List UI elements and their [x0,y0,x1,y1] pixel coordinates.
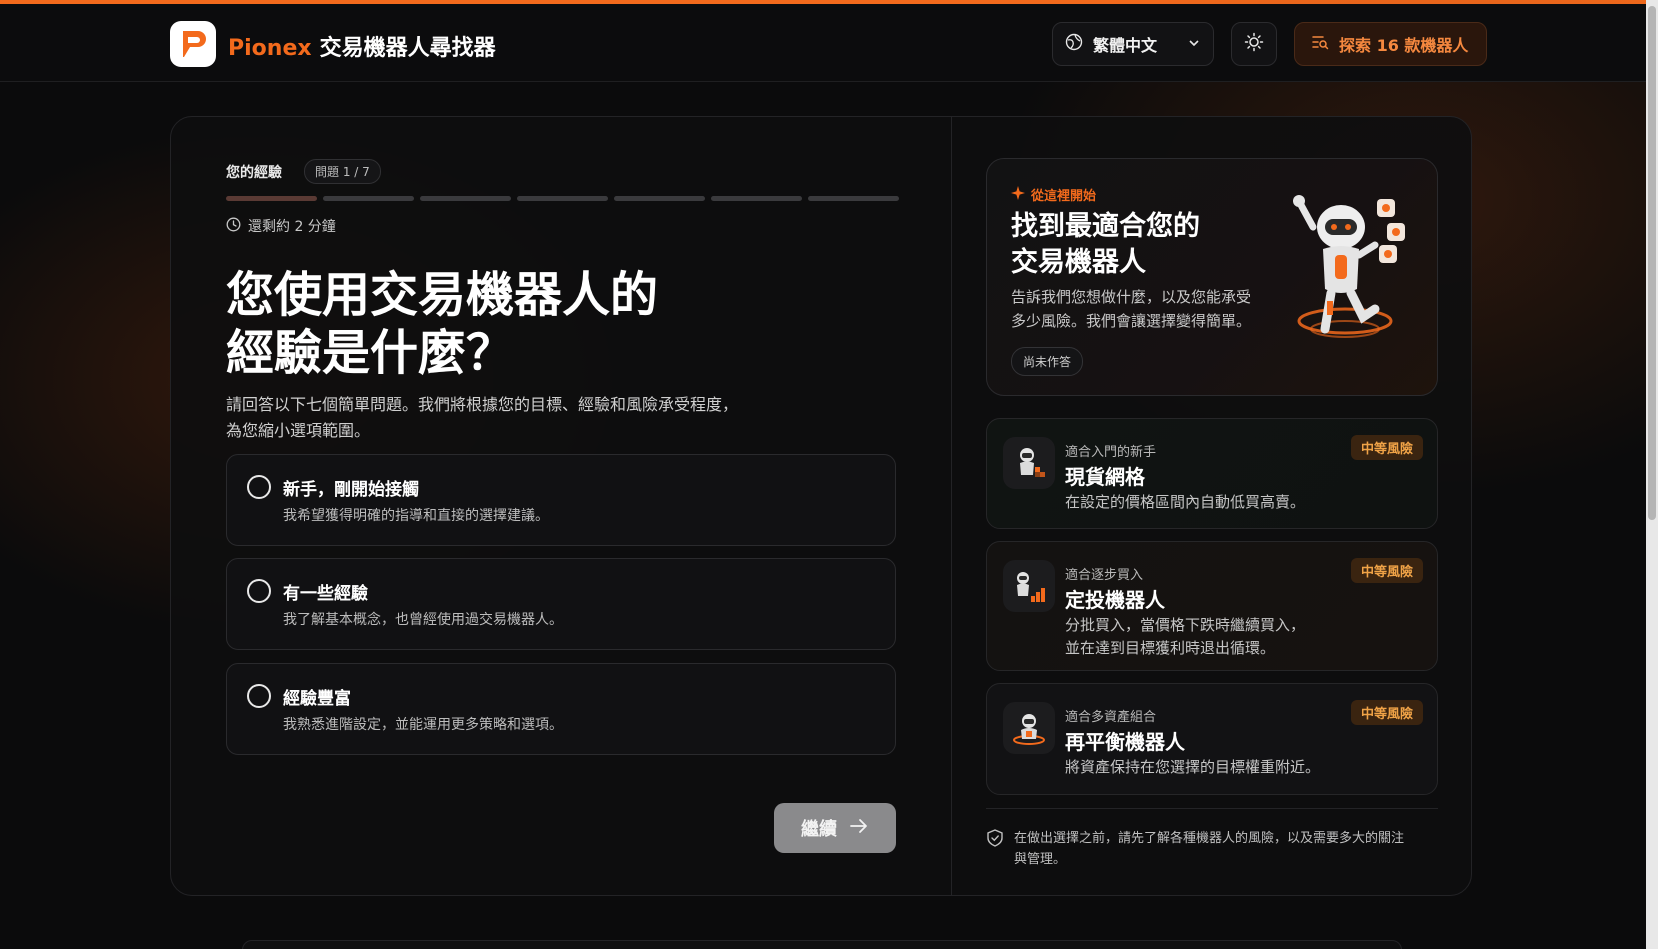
bot-name: 現貨網格 [1065,465,1145,489]
next-section-card [242,940,1402,949]
intro-desc-line: 告訴我們您想做什麼，以及您能承受 [1011,288,1252,306]
risk-badge: 中等風險 [1350,435,1423,460]
risk-badge: 中等風險 [1350,700,1423,725]
bot-card-spot-grid[interactable]: 適合入門的新手 現貨網格 在設定的價格區間內自動低買高賣。 中等風險 [986,418,1438,529]
bot-subtitle: 適合逐步買入 [1065,568,1144,583]
bot-desc-line: 分批買入，當價格下跌時繼續買入， [1065,616,1306,634]
progress-segment [226,196,317,201]
question-description: 請回答以下七個簡單問題。我們將根據您的目標、經驗和風險承受程度， 為您縮小選項範… [226,392,846,444]
progress-segment [808,196,899,201]
risk-disclaimer: 在做出選擇之前，請先了解各種機器人的風險，以及需要多大的關注 與管理。 [986,828,1438,870]
option-title: 新手，剛開始接觸 [283,480,419,500]
continue-label: 繼續 [801,819,837,840]
question-desc-line: 為您縮小選項範圍。 [226,421,371,440]
app-header: Pionex 交易機器人尋找器 繁體中文 探索 16 款機器人 [0,4,1646,82]
bot-name: 再平衡機器人 [1065,730,1185,754]
spot-grid-robot-icon [1003,437,1055,489]
disclaimer-line: 在做出選擇之前，請先了解各種機器人的風險，以及需要多大的關注 [1014,831,1405,846]
option-intermediate[interactable]: 有一些經驗 我了解基本概念，也曾經使用過交易機器人。 [226,558,896,650]
step-label: 您的經驗 [226,164,282,181]
bot-desc-line: 將資產保持在您選擇的目標權重附近。 [1065,758,1321,776]
clock-icon [226,217,241,236]
bot-desc-line: 在設定的價格區間內自動低買高賣。 [1065,493,1306,511]
intro-card: 從這裡開始 找到最適合您的 交易機器人 告訴我們您想做什麼，以及您能承受 多少風… [986,158,1438,396]
progress-segment [711,196,802,201]
language-label: 繁體中文 [1093,36,1158,55]
dca-robot-icon [1003,560,1055,612]
robot-illustration [1283,189,1423,369]
progress-bar [226,196,899,201]
intro-title-line: 交易機器人 [1011,247,1146,278]
disclaimer-divider [986,808,1438,809]
bot-description: 分批買入，當價格下跌時繼續買入， 並在達到目標獲利時退出循環。 [1065,614,1355,660]
radio-button[interactable] [247,475,271,499]
progress-segment [614,196,705,201]
bot-subtitle: 適合入門的新手 [1065,445,1157,460]
question-title-line: 經驗是什麼？ [226,325,515,381]
disclaimer-line: 與管理。 [1014,852,1067,867]
option-description: 我熟悉進階設定，並能運用更多策略和選項。 [283,717,563,733]
radio-button[interactable] [247,684,271,708]
radio-button[interactable] [247,579,271,603]
question-title-line: 您使用交易機器人的 [226,267,659,323]
step-header: 您的經驗 問題 1 / 7 [226,159,381,184]
progress-segment [323,196,414,201]
risk-badge: 中等風險 [1350,558,1423,583]
intro-title-line: 找到最適合您的 [1011,211,1200,242]
intro-tag: 從這裡開始 [1011,185,1096,204]
bot-desc-line: 並在達到目標獲利時退出循環。 [1065,639,1276,657]
progress-segment [517,196,608,201]
option-description: 我了解基本概念，也曾經使用過交易機器人。 [283,612,563,628]
bot-description: 將資產保持在您選擇的目標權重附近。 [1065,756,1355,779]
option-experienced[interactable]: 經驗豐富 我熟悉進階設定，並能運用更多策略和選項。 [226,663,896,755]
option-description: 我希望獲得明確的指導和直接的選擇建議。 [283,508,549,524]
column-divider [951,116,952,896]
intro-title: 找到最適合您的 交易機器人 [1011,209,1271,281]
bot-subtitle: 適合多資產組合 [1065,710,1157,725]
explore-label: 探索 16 款機器人 [1339,36,1469,55]
intro-desc-line: 多少風險。我們會讓選擇變得簡單。 [1011,312,1252,330]
chevron-down-icon [1187,35,1201,54]
disclaimer-text: 在做出選擇之前，請先了解各種機器人的風險，以及需要多大的關注 與管理。 [1014,828,1404,870]
answer-status-badge: 尚未作答 [1011,347,1084,376]
explore-bots-button[interactable]: 探索 16 款機器人 [1294,22,1487,66]
rebalancing-robot-icon [1003,702,1055,754]
bot-card-dca[interactable]: 適合逐步買入 定投機器人 分批買入，當價格下跌時繼續買入， 並在達到目標獲利時退… [986,541,1438,671]
theme-toggle-button[interactable] [1231,22,1277,66]
app-title: 交易機器人尋找器 [319,36,496,61]
time-remaining: 還剩約 2 分鐘 [226,216,336,236]
globe-icon [1065,33,1083,55]
brand-name: Pionex [228,36,312,61]
option-title: 有一些經驗 [283,584,368,604]
sun-icon [1244,32,1264,56]
step-badge: 問題 1 / 7 [304,159,381,184]
list-search-icon [1311,33,1329,55]
bot-card-rebalancing[interactable]: 適合多資產組合 再平衡機器人 將資產保持在您選擇的目標權重附近。 中等風險 [986,683,1438,795]
shield-check-icon [986,828,1004,870]
sparkle-icon [1011,185,1025,204]
bot-name: 定投機器人 [1065,588,1165,612]
option-title: 經驗豐富 [283,689,351,709]
progress-segment [420,196,511,201]
brand-title: Pionex 交易機器人尋找器 [228,30,496,62]
continue-button[interactable]: 繼續 [774,803,896,853]
intro-description: 告訴我們您想做什麼，以及您能承受 多少風險。我們會讓選擇變得簡單。 [1011,285,1281,333]
question-title: 您使用交易機器人的 經驗是什麼？ [226,266,866,382]
time-remaining-text: 還剩約 2 分鐘 [248,219,336,235]
language-select[interactable]: 繁體中文 [1052,22,1214,66]
bot-description: 在設定的價格區間內自動低買高賣。 [1065,491,1355,514]
pionex-logo[interactable] [170,21,216,67]
scrollbar-thumb[interactable] [1648,6,1656,520]
arrow-right-icon [849,818,869,839]
question-desc-line: 請回答以下七個簡單問題。我們將根據您的目標、經驗和風險承受程度， [226,395,739,414]
option-beginner[interactable]: 新手，剛開始接觸 我希望獲得明確的指導和直接的選擇建議。 [226,454,896,546]
intro-tag-label: 從這裡開始 [1031,189,1097,204]
